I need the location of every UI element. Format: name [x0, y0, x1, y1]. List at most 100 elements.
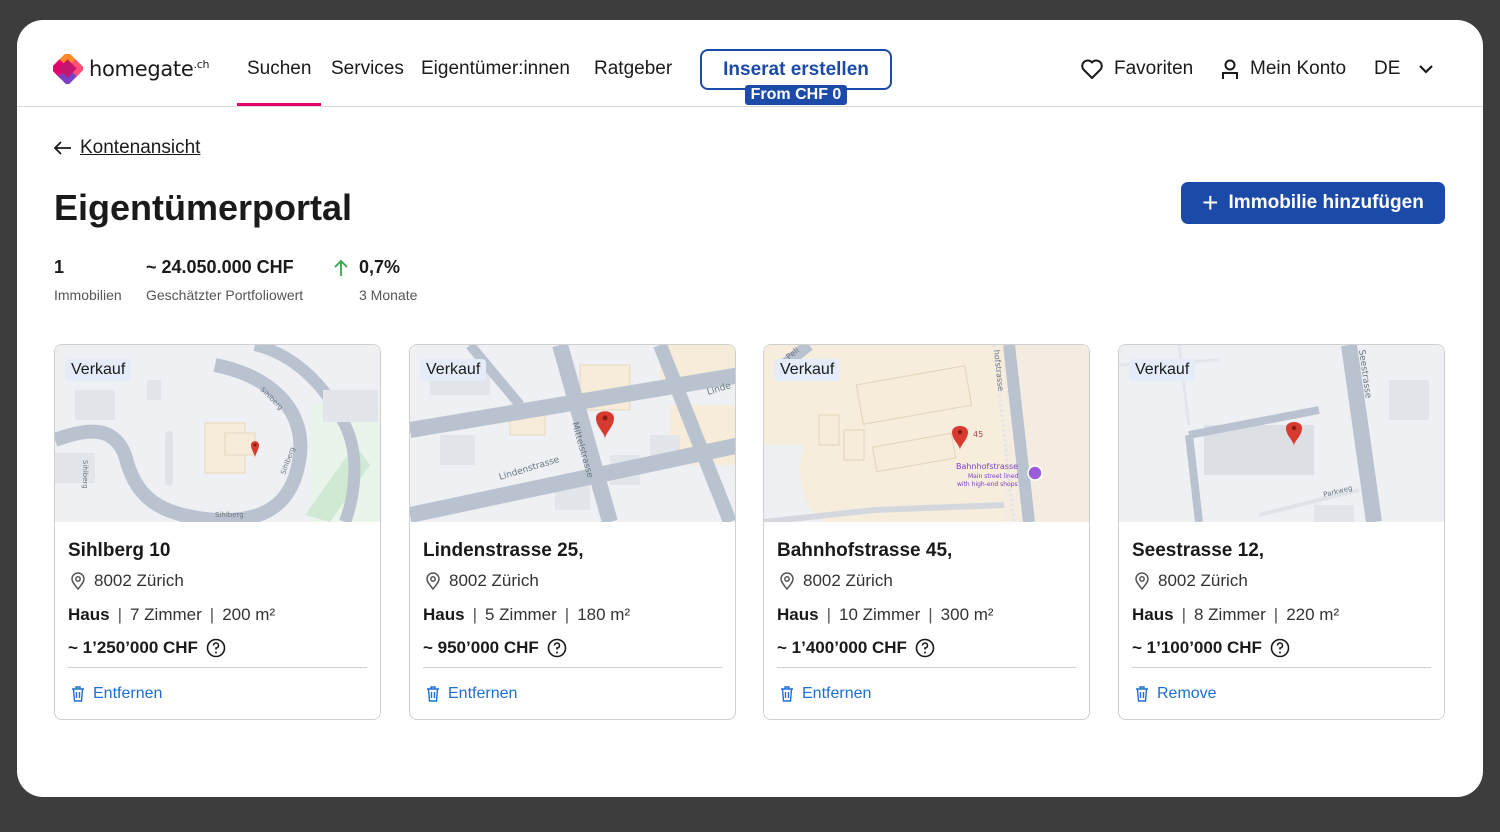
- property-price: ~ 1’250’000 CHF: [68, 638, 367, 658]
- remove-label: Entfernen: [802, 685, 872, 702]
- svg-text:Sihlberg: Sihlberg: [215, 511, 244, 519]
- app-window: homegate.ch Suchen Services Eigentümer:i…: [17, 20, 1483, 797]
- arrow-up-icon: [334, 259, 348, 276]
- separator: |: [472, 605, 477, 624]
- svg-text:with high-end shops: with high-end shops: [957, 481, 1018, 488]
- property-card[interactable]: hofstrasse Peli 45 Bahnhofstrasse Main s…: [763, 344, 1090, 720]
- chevron-down-icon: [1419, 65, 1434, 74]
- separator: |: [209, 605, 215, 624]
- remove-label: Remove: [1157, 685, 1217, 702]
- card-body: Bahnhofstrasse 45, 8002 Zürich Haus | 10 Z…: [764, 522, 1089, 703]
- page-title: Eigentümerportal: [54, 187, 353, 228]
- add-property-button[interactable]: + Immobilie hinzufügen: [1181, 182, 1445, 224]
- favorites-label: Favoriten: [1114, 58, 1194, 79]
- svg-text:Bahnhofstrasse: Bahnhofstrasse: [956, 462, 1018, 471]
- remove-label: Entfernen: [93, 685, 163, 702]
- location-pin-icon: [780, 572, 794, 590]
- stat-label: Geschätzter Portfoliowert: [146, 287, 304, 303]
- listing-tag: Verkauf: [774, 359, 841, 381]
- trash-icon: [72, 686, 84, 702]
- heart-icon: [1081, 59, 1103, 79]
- trash-icon: [427, 686, 439, 702]
- property-map: Seestrasse Parkweg Verkauf: [1119, 345, 1444, 522]
- stat-value: 0,7%: [359, 257, 401, 277]
- property-facts: Haus | 8 Zimmer | 220 m²: [1132, 605, 1431, 625]
- property-title: Sihlberg 10: [68, 540, 171, 561]
- property-location: 8002 Zürich: [777, 571, 1076, 591]
- logo-wordmark: homegate.ch: [89, 57, 210, 81]
- stat-label: 3 Monate: [359, 287, 418, 303]
- card-divider: [68, 667, 367, 668]
- remove-button[interactable]: Entfernen: [423, 685, 722, 703]
- location-text: 8002 Zürich: [1158, 571, 1248, 590]
- stat-trend: 0,7% 3 Monate: [333, 257, 417, 303]
- property-title: Seestrasse 12,: [1132, 540, 1265, 561]
- separator: |: [117, 605, 122, 624]
- stat-portfolio-value: ~ 24.050.000 CHF Geschätzter Portfoliowe…: [146, 257, 303, 303]
- property-facts: Haus | 10 Zimmer | 300 m²: [777, 605, 1076, 625]
- nav-services[interactable]: Services: [331, 58, 404, 80]
- homegate-logo[interactable]: homegate.ch: [50, 51, 210, 86]
- separator: |: [826, 605, 831, 624]
- property-facts: Haus | 7 Zimmer | 200 m²: [68, 605, 367, 625]
- location-text: 8002 Zürich: [94, 571, 184, 590]
- remove-button[interactable]: Entfernen: [68, 685, 367, 703]
- property-location: 8002 Zürich: [68, 571, 367, 591]
- property-card[interactable]: Sihlberg Sihlberg Sihlberg Sihlberg Verk…: [54, 344, 381, 720]
- separator: |: [1181, 605, 1186, 624]
- property-card[interactable]: Seestrasse Parkweg Verkauf Seestrasse 12…: [1118, 344, 1445, 720]
- property-area: 300 m²: [940, 605, 994, 624]
- property-title: Bahnhofstrasse 45,: [777, 540, 953, 561]
- property-type: Haus: [777, 605, 819, 624]
- back-link[interactable]: Kontenansicht: [54, 137, 200, 159]
- help-icon[interactable]: [1270, 638, 1290, 658]
- property-location: 8002 Zürich: [423, 571, 722, 591]
- favorites-link[interactable]: Favoriten: [1080, 58, 1193, 80]
- back-link-label: Kontenansicht: [80, 137, 201, 158]
- card-body: Seestrasse 12, 8002 Zürich Haus | 8 Zimmer…: [1119, 522, 1444, 703]
- property-card[interactable]: Lindenstrasse Mittelstrasse Linde Verkau…: [409, 344, 736, 720]
- nav-ratgeber[interactable]: Ratgeber: [594, 58, 672, 80]
- location-text: 8002 Zürich: [449, 571, 539, 590]
- listing-tag: Verkauf: [1129, 359, 1196, 381]
- property-type: Haus: [1132, 605, 1174, 624]
- card-body: Sihlberg 10 8002 Zürich Haus | 7 Zimmer | 20…: [55, 522, 380, 703]
- location-pin-icon: [426, 572, 440, 590]
- user-icon: [1222, 59, 1238, 79]
- card-divider: [423, 667, 722, 668]
- price-badge: From CHF 0: [745, 85, 847, 105]
- svg-text:Sihlberg: Sihlberg: [81, 460, 89, 489]
- property-map: hofstrasse Peli 45 Bahnhofstrasse Main s…: [764, 345, 1089, 522]
- property-map: Lindenstrasse Mittelstrasse Linde Verkau…: [410, 345, 735, 522]
- add-property-label: Immobilie hinzufügen: [1228, 192, 1424, 213]
- homegate-logo-icon: [50, 51, 85, 86]
- property-type: Haus: [423, 605, 465, 624]
- property-area: 180 m²: [577, 605, 631, 624]
- help-icon[interactable]: [206, 638, 226, 658]
- help-icon[interactable]: [915, 638, 935, 658]
- create-listing-cta[interactable]: Inserat erstellen From CHF 0: [700, 49, 892, 105]
- property-rooms: 8 Zimmer: [1194, 605, 1266, 624]
- remove-button[interactable]: Entfernen: [777, 685, 1076, 703]
- trash-icon: [1136, 686, 1148, 702]
- separator: |: [564, 605, 570, 624]
- create-listing-button[interactable]: Inserat erstellen: [700, 49, 892, 90]
- nav-suchen[interactable]: Suchen: [247, 58, 311, 80]
- trash-icon: [781, 686, 793, 702]
- language-selector[interactable]: DE: [1374, 58, 1444, 80]
- property-rooms: 10 Zimmer: [839, 605, 921, 624]
- nav-eigentuemer[interactable]: Eigentümer:innen: [421, 58, 570, 80]
- top-navbar: homegate.ch Suchen Services Eigentümer:i…: [17, 20, 1483, 107]
- remove-label: Entfernen: [448, 685, 518, 702]
- plus-icon: +: [1202, 187, 1219, 218]
- account-link[interactable]: Mein Konto: [1220, 58, 1346, 80]
- language-label: DE: [1374, 58, 1401, 79]
- remove-button[interactable]: Remove: [1132, 685, 1431, 703]
- location-text: 8002 Zürich: [803, 571, 893, 590]
- price-text: ~ 1’100’000 CHF: [1132, 638, 1262, 657]
- property-rooms: 5 Zimmer: [485, 605, 557, 624]
- help-icon[interactable]: [547, 638, 567, 658]
- property-area: 220 m²: [1286, 605, 1340, 624]
- card-divider: [1132, 667, 1431, 668]
- stat-label: Immobilien: [54, 287, 122, 303]
